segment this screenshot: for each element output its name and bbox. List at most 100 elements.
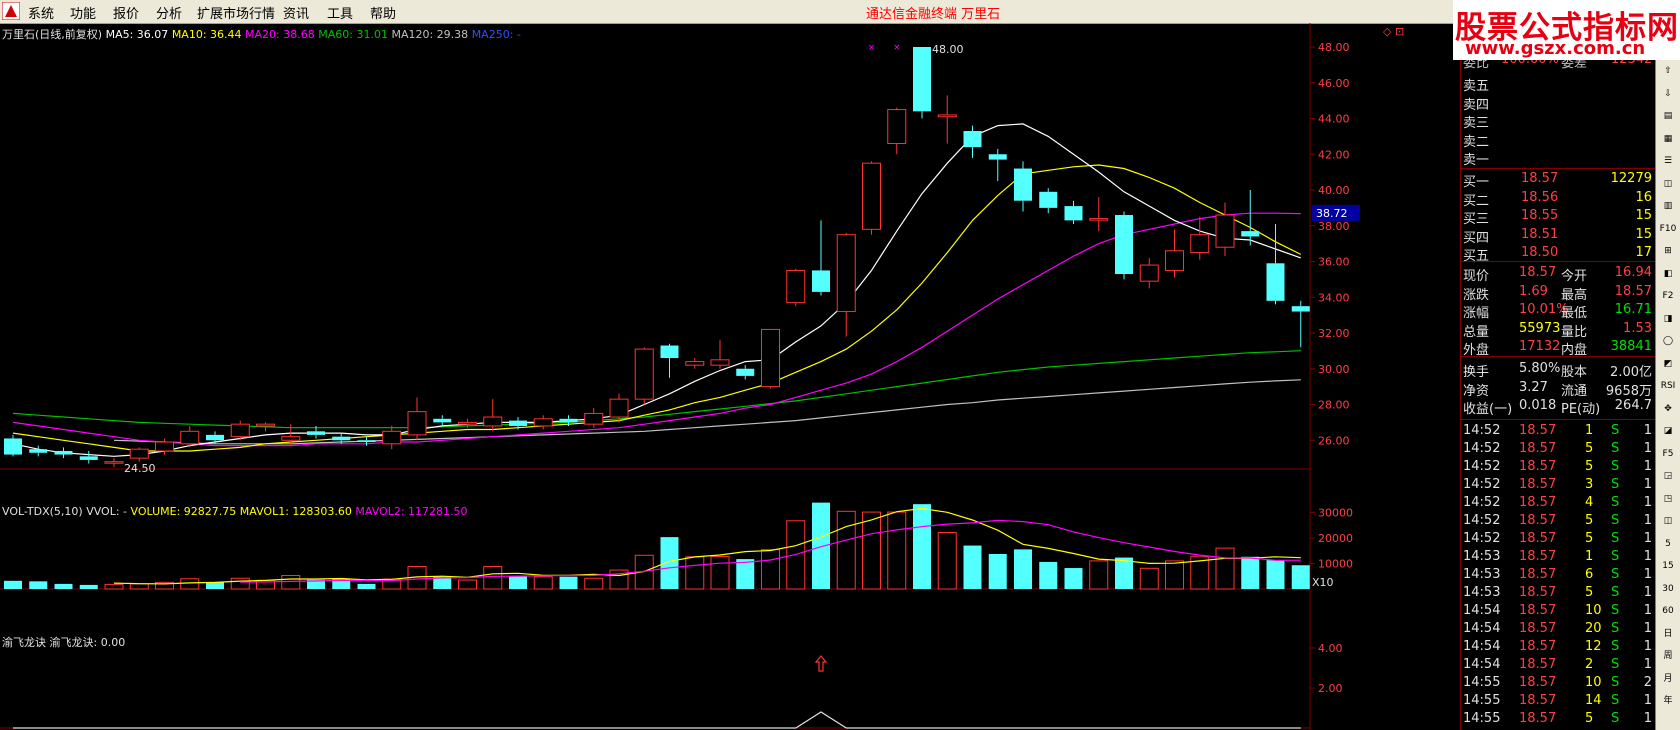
toolbar-button[interactable]: ◩ [1659, 357, 1677, 372]
tick-row: 14:53 18.57 1 S 1 [1461, 549, 1656, 567]
menu-extended-market[interactable]: 扩展市场行情 [197, 3, 275, 22]
toolbar-button[interactable]: 日 [1659, 627, 1677, 642]
tick-row: 14:52 18.57 5 S 1 [1461, 513, 1656, 531]
candle-body [887, 109, 907, 145]
toolbar-button[interactable]: F10 [1659, 222, 1677, 237]
legend-ma120: MA120: 29.38 [391, 28, 469, 41]
high-annotation: 48.00 [932, 43, 964, 56]
menu-system[interactable]: 系统 [28, 3, 54, 22]
ma120-line [113, 379, 1301, 445]
candle-body [206, 434, 224, 441]
toolbar-button[interactable]: ✥ [1659, 402, 1677, 417]
toolbar-button[interactable]: ⇩ [1659, 87, 1677, 102]
toolbar-button[interactable]: 60 [1659, 604, 1677, 619]
buy-price: 18.57 [1521, 171, 1559, 186]
stat-label-2: 最低 [1561, 306, 1588, 321]
info-row: 换手 5.80% 股本 2.00亿 [1461, 361, 1656, 380]
toolbar-button[interactable]: ◲ [1659, 469, 1677, 484]
volume-bar [1266, 560, 1285, 589]
tick-direction: S [1611, 459, 1620, 474]
volume-bar [812, 502, 830, 589]
tick-price: 18.57 [1519, 693, 1557, 708]
stat-label: 涨跌 [1463, 287, 1490, 303]
tick-direction: S [1611, 513, 1620, 528]
toolbar-button[interactable]: ◫ [1659, 177, 1677, 192]
toolbar-button[interactable]: F2 [1659, 289, 1677, 304]
toolbar-button[interactable]: 月 [1659, 672, 1677, 687]
toolbar-button[interactable]: ◳ [1659, 492, 1677, 507]
menu-analysis[interactable]: 分析 [156, 3, 182, 22]
y-tick-label: 32.00 [1318, 327, 1350, 340]
toolbar-button[interactable]: F5 [1659, 447, 1677, 462]
legend-ma60: MA60: 31.01 [318, 28, 388, 41]
toolbar-button[interactable]: ◯ [1659, 334, 1677, 349]
y-tick-label: 26.00 [1318, 434, 1350, 447]
toolbar-button[interactable]: ☰ [1659, 154, 1677, 169]
buy-volume: 15 [1635, 226, 1652, 242]
toolbar-button[interactable]: ⇧ [1659, 64, 1677, 79]
signal-arrow-icon [814, 655, 828, 672]
tick-time: 14:55 [1463, 693, 1501, 708]
candle-body [736, 368, 755, 376]
candle [634, 347, 654, 405]
candle-body [913, 47, 931, 112]
volume-bar [281, 574, 301, 590]
toolbar-button[interactable]: ▤ [1659, 109, 1677, 124]
buy-volume: 17 [1635, 245, 1652, 260]
menu-quote[interactable]: 报价 [113, 3, 139, 22]
candle [836, 232, 856, 337]
buy-row: 买三 18.55 15 [1461, 208, 1656, 227]
tick-volume: 10 [1585, 675, 1602, 690]
y-tick-label: 48.00 [1318, 41, 1350, 54]
toolbar-button[interactable]: 30 [1659, 582, 1677, 597]
menu-tools[interactable]: 工具 [327, 3, 353, 22]
candle [29, 445, 48, 457]
app-logo-icon[interactable] [2, 2, 20, 20]
tick-direction: S [1611, 711, 1620, 726]
toolbar-button[interactable]: ▥ [1659, 199, 1677, 214]
kline-chart[interactable]: 48.00 46.00 44.00 42.00 40.00 38.00 36.00 34.00… [0, 23, 1460, 730]
buy-price: 18.55 [1521, 208, 1559, 223]
low-annotation: 24.50 [124, 462, 156, 475]
toolbar-button[interactable]: ◫ [1659, 514, 1677, 529]
candle-body [307, 431, 325, 435]
menu-function[interactable]: 功能 [70, 3, 96, 22]
candle [812, 220, 830, 296]
chart-top-icons[interactable]: ◇ ⊡ [1383, 25, 1404, 38]
ma60-line [12, 350, 1301, 429]
y-tick-label: 34.00 [1318, 291, 1350, 304]
stat-row: 总量 55973 量比 1.53 [1461, 321, 1656, 340]
quote-panel: 委比 100.00% 委差 12342 卖五卖四卖三卖二卖一 买一18.5712… [1460, 52, 1656, 730]
candle-body [786, 269, 806, 304]
candle-body [1115, 215, 1133, 275]
tick-time: 14:55 [1463, 711, 1501, 726]
toolbar-button[interactable]: 年 [1659, 694, 1677, 709]
tick-count: 1 [1643, 531, 1652, 546]
sell-level-label: 卖五 [1463, 79, 1490, 94]
toolbar-button[interactable]: 周 [1659, 649, 1677, 664]
info-label-2: 股本 [1561, 365, 1588, 380]
toolbar-button[interactable]: ▦ [1659, 132, 1677, 147]
tick-count: 1 [1643, 567, 1652, 582]
stat-value: 1.69 [1519, 283, 1548, 299]
candle [1291, 300, 1310, 348]
menu-news[interactable]: 资讯 [283, 3, 309, 22]
volume-bar [1241, 556, 1260, 589]
candle [4, 434, 22, 457]
volume-bar [887, 511, 907, 590]
toolbar-button[interactable]: ◪ [1659, 424, 1677, 439]
toolbar-button[interactable]: 5 [1659, 537, 1677, 552]
toolbar-button[interactable]: 15 [1659, 559, 1677, 574]
candle-body [54, 450, 73, 455]
tick-price: 18.57 [1519, 603, 1557, 618]
volume-bar [937, 532, 957, 590]
info-value-2: 264.7 [1614, 398, 1652, 413]
toolbar-button[interactable]: ◨ [1659, 312, 1677, 327]
tick-price: 18.57 [1519, 567, 1557, 582]
menu-help[interactable]: 帮助 [370, 3, 396, 22]
toolbar-button[interactable]: ⊞ [1659, 244, 1677, 259]
chart-area[interactable]: 48.00 46.00 44.00 42.00 40.00 38.00 36.00 34.00… [0, 23, 1460, 730]
toolbar-button[interactable]: ◧ [1659, 267, 1677, 282]
tick-price: 18.57 [1519, 423, 1557, 438]
toolbar-button[interactable]: RSI [1659, 379, 1677, 394]
